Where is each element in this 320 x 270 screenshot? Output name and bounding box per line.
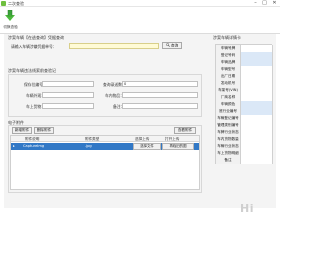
- row-description: CaptureImg: [23, 144, 45, 148]
- row-type: .jpg: [85, 144, 92, 148]
- vehicle-info-row: 底行业编号: [216, 108, 273, 115]
- vehicle-info-row: 车上货物明细: [216, 150, 273, 157]
- toolbar: 切换查验: [0, 7, 280, 34]
- view-attachment-button[interactable]: 查看附件: [174, 127, 196, 134]
- vehicle-info-row: 车辆型号: [216, 66, 273, 73]
- vehicle-info-value[interactable]: [241, 66, 273, 73]
- plate-number-input[interactable]: [69, 43, 159, 49]
- vehicle-info-value[interactable]: [241, 59, 273, 66]
- vehicle-info-value[interactable]: [241, 94, 273, 101]
- column-header-description: 附件说明: [25, 137, 40, 141]
- vehicle-info-row: 登记号码: [216, 52, 273, 59]
- choose-file-button[interactable]: 选择文件: [133, 143, 161, 150]
- vehicle-info-title: 涉案车辆详情卡: [213, 35, 241, 40]
- vehicle-info-value[interactable]: [241, 52, 273, 59]
- vehicle-info-label: 车辆号牌: [216, 45, 241, 52]
- vehicle-info-value[interactable]: [241, 150, 273, 157]
- switch-check-button[interactable]: 切换查验: [2, 8, 18, 32]
- close-button[interactable]: ✕: [270, 0, 279, 6]
- items-in-car-input[interactable]: [122, 92, 198, 98]
- vehicle-info-label: 发动机号: [216, 80, 241, 87]
- app-icon: [1, 1, 6, 6]
- vehicle-info-row: 车辆行业状态: [216, 143, 273, 150]
- watermark-logo: Hi: [240, 202, 254, 215]
- vehicle-info-row: 车辆品牌: [216, 59, 273, 66]
- vehicle-info-label: 厂商名称: [216, 94, 241, 101]
- vehicle-info-label: 车辆型号: [216, 66, 241, 73]
- minimize-button[interactable]: –: [251, 0, 260, 6]
- attachments-table-header: 附件说明 附件类型 选择上传 打开上传: [11, 136, 199, 142]
- vehicle-info-row: 车辆颜色: [216, 101, 273, 108]
- vehicle-info-label: 登记号码: [216, 52, 241, 59]
- vehicle-info-value[interactable]: [241, 157, 273, 164]
- vehicle-info-label: 车架号(VIN): [216, 87, 241, 94]
- storage-number-input[interactable]: [42, 81, 94, 87]
- column-header-open: 打开上传: [165, 137, 180, 141]
- vehicle-info-label: 管理类别编号: [216, 122, 241, 129]
- vehicle-info-row: 车架号(VIN): [216, 87, 273, 94]
- vehicle-info-label: 底行业编号: [216, 108, 241, 115]
- query-count-input[interactable]: 0: [122, 81, 198, 87]
- vehicle-info-value[interactable]: [241, 45, 273, 52]
- main-content: 涉案车辆【在逃查询】凭据查询 请输入车辆涉嫌凭据单号： 查询 涉案车辆违法线索前…: [4, 34, 276, 208]
- vehicle-info-value[interactable]: [241, 115, 273, 122]
- vehicle-info-value[interactable]: [241, 129, 273, 136]
- vehicle-info-row: 车辆登记编号: [216, 115, 273, 122]
- vehicle-info-value[interactable]: [241, 122, 273, 129]
- table-row[interactable]: ▸ CaptureImg .jpg 选择文件 再临旧的图: [11, 143, 199, 150]
- vehicle-info-label: 备注: [216, 157, 241, 164]
- vehicle-info-row: 车内货物数量: [216, 136, 273, 143]
- cargo-input[interactable]: [42, 103, 94, 109]
- vehicle-info-label: 车辆颜色: [216, 101, 241, 108]
- remarks-input[interactable]: [122, 103, 198, 109]
- column-header-type: 附件类型: [85, 137, 100, 141]
- vehicle-info-row: 备注: [216, 157, 273, 164]
- switch-check-label: 切换查验: [3, 25, 18, 29]
- download-arrow-icon: [5, 10, 15, 21]
- vehicle-info-label: 车辆行业状态: [216, 143, 241, 150]
- vehicle-info-label: 车辆品牌: [216, 59, 241, 66]
- vehicle-info-row: 厂商名称: [216, 94, 273, 101]
- vehicle-info-value[interactable]: [241, 73, 273, 80]
- column-header-choose: 选择上传: [135, 137, 150, 141]
- plate-number-label: 请输入车辆涉嫌凭据单号：: [11, 44, 57, 49]
- vehicle-info-label: 车上货物明细: [216, 150, 241, 157]
- vehicle-info-label: 出厂日期: [216, 73, 241, 80]
- vehicle-info-row: 出厂日期: [216, 73, 273, 80]
- vehicle-info-value[interactable]: [241, 87, 273, 94]
- vehicle-info-table: 车辆号牌 登记号码 车辆品牌 车辆型号 出厂日期 发动机号 车架号(VIN) 厂商名称 车辆颜色…: [215, 44, 273, 164]
- title-bar: 二次查验 – □ ✕: [0, 0, 280, 7]
- search-button[interactable]: 查询: [162, 42, 182, 49]
- vehicle-info-value[interactable]: [241, 108, 273, 115]
- vehicle-appearance-input[interactable]: [42, 92, 94, 98]
- vehicle-info-row: 发动机号: [216, 80, 273, 87]
- vehicle-info-value[interactable]: [241, 80, 273, 87]
- vehicle-info-value[interactable]: [241, 101, 273, 108]
- open-file-button[interactable]: 再临旧的图: [162, 143, 194, 150]
- vehicle-info-label: 车牌行业状态: [216, 129, 241, 136]
- magnifier-icon: [165, 43, 170, 47]
- query-section-title: 涉案车辆【在逃查询】凭据查询: [8, 35, 64, 40]
- attachments-table: 附件说明 附件类型 选择上传 打开上传 ▸ CaptureImg .jpg 选择…: [10, 135, 200, 190]
- add-attachment-button[interactable]: 新增附件: [12, 127, 32, 134]
- vehicle-info-label: 车内货物数量: [216, 136, 241, 143]
- vehicle-info-row: 车牌行业状态: [216, 129, 273, 136]
- search-button-label: 查询: [170, 43, 179, 48]
- vehicle-info-value[interactable]: [241, 136, 273, 143]
- vehicle-info-value[interactable]: [241, 143, 273, 150]
- vehicle-info-label: 车辆登记编号: [216, 115, 241, 122]
- vehicle-info-row: 管理类别编号: [216, 122, 273, 129]
- maximize-button[interactable]: □: [260, 0, 269, 6]
- delete-attachment-button[interactable]: 删除附件: [34, 127, 54, 134]
- vehicle-info-row: 车辆号牌: [216, 45, 273, 52]
- row-marker: ▸: [13, 144, 15, 148]
